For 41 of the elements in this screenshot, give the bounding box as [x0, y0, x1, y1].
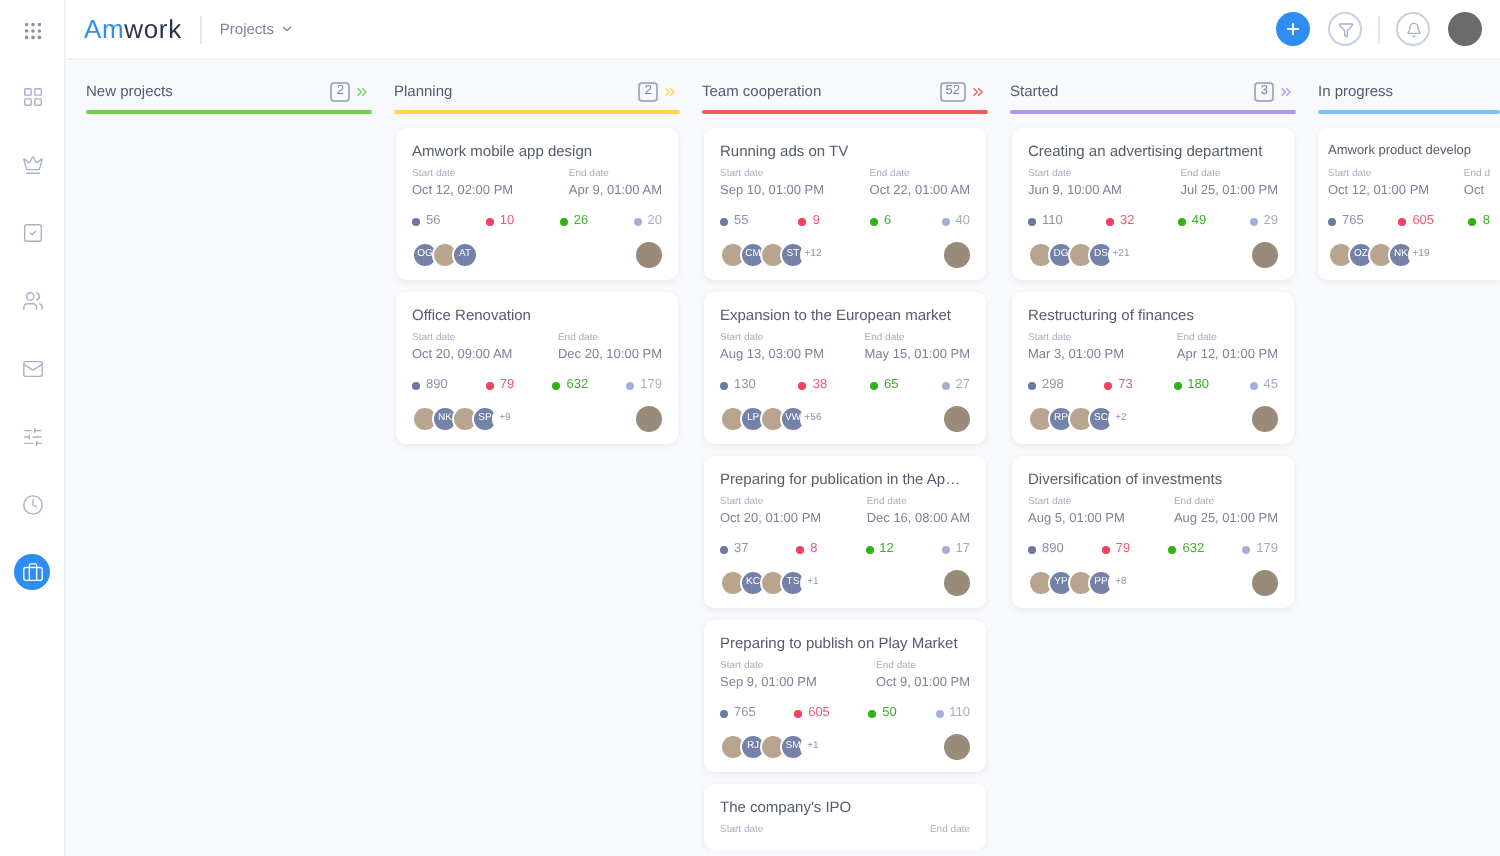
checkbox-icon: [21, 221, 43, 243]
notifications-button[interactable]: [1396, 12, 1430, 46]
avatar-photo: [760, 406, 786, 432]
avatar-photo: [452, 406, 478, 432]
avatar-photo: [412, 406, 438, 432]
avatar-photo: [1028, 570, 1054, 596]
avatar-photo: [720, 406, 746, 432]
bell-icon: [1405, 21, 1421, 37]
avatar-photo: [432, 242, 458, 268]
expand-icon[interactable]: [662, 84, 678, 100]
avatar-photo: [760, 570, 786, 596]
avatar-photo: [1028, 406, 1054, 432]
avatar-photo: [1328, 242, 1354, 268]
plus-icon: [1284, 20, 1302, 38]
expand-icon[interactable]: [354, 84, 370, 100]
expand-icon[interactable]: [970, 84, 986, 100]
sidebar-item[interactable]: [14, 554, 50, 590]
dashboard-icon: [21, 85, 43, 107]
avatar-photo: [1068, 406, 1094, 432]
avatar-photo: [1368, 242, 1394, 268]
avatar-photo: [760, 242, 786, 268]
sliders-icon: [21, 425, 43, 447]
apps-grid-icon[interactable]: [21, 20, 43, 42]
filter-icon: [1337, 21, 1353, 37]
caret-icon: [280, 22, 294, 36]
avatar-photo: [1028, 242, 1054, 268]
avatar-photo: [720, 242, 746, 268]
add-button[interactable]: [1276, 12, 1310, 46]
filter-button[interactable]: [1328, 12, 1362, 46]
logo: Amwork: [84, 11, 182, 48]
avatar-photo: [760, 734, 786, 760]
avatar-photo: [720, 734, 746, 760]
avatar-photo: [1068, 242, 1094, 268]
clock-icon: [21, 493, 43, 515]
user-avatar[interactable]: [1448, 12, 1482, 46]
crown-icon: [21, 153, 43, 175]
mail-icon: [21, 357, 43, 379]
expand-icon[interactable]: [1278, 84, 1294, 100]
avatar-photo: [720, 570, 746, 596]
users-icon: [21, 289, 43, 311]
briefcase-icon: [21, 561, 43, 583]
